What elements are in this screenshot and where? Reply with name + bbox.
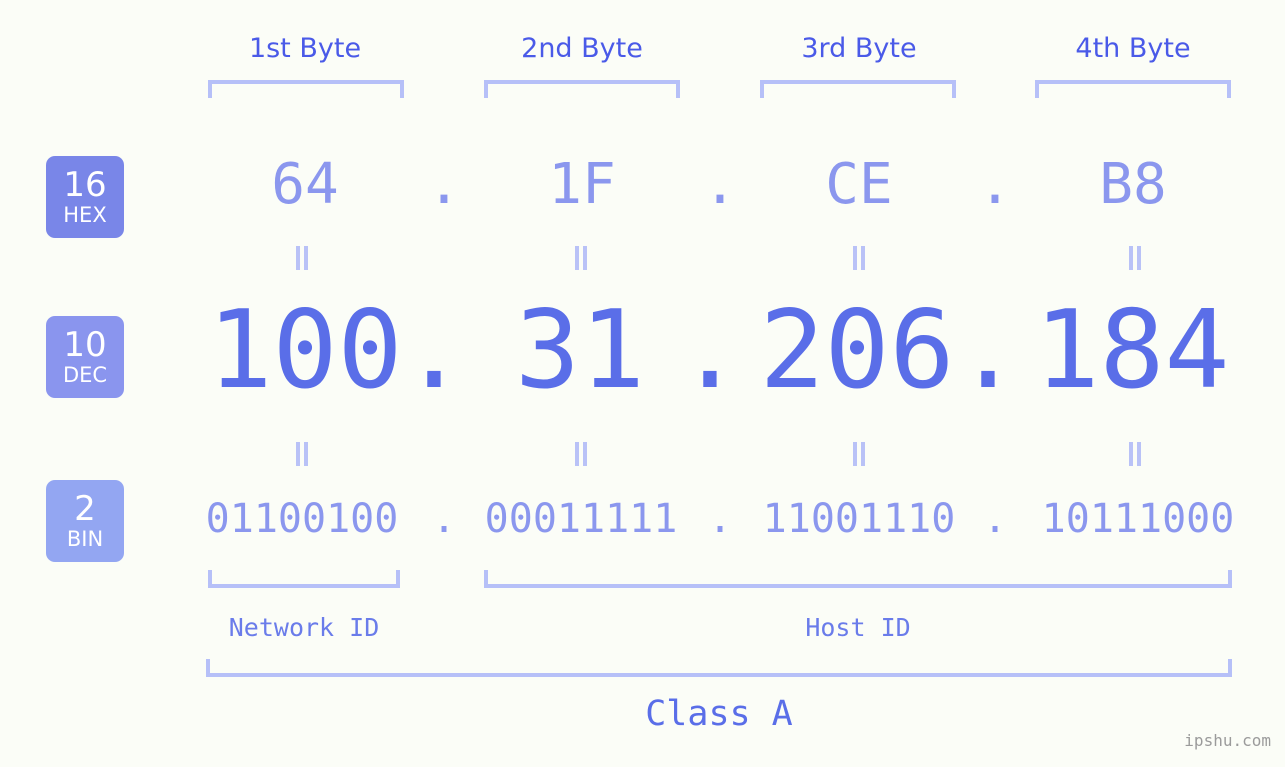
- base-badge-hex-name: HEX: [63, 203, 107, 228]
- bin-byte-1: 01100100: [205, 496, 399, 542]
- bin-byte-4: 10111000: [1041, 496, 1235, 542]
- bin-separator-3: .: [982, 496, 1008, 542]
- base-badge-hex: 16 HEX: [46, 156, 124, 238]
- base-badge-dec: 10 DEC: [46, 316, 124, 398]
- hex-byte-3: CE: [825, 152, 893, 217]
- hex-byte-2: 1F: [548, 152, 616, 217]
- base-badge-bin-name: BIN: [66, 527, 104, 552]
- host-id-label: Host ID: [805, 613, 911, 642]
- byte-header-3: 3rd Byte: [801, 33, 917, 64]
- network-id-bracket: [208, 570, 400, 588]
- bracket-tick-right: [1228, 570, 1232, 588]
- hex-byte-4: B8: [1099, 152, 1167, 217]
- base-badge-bin-number: 2: [74, 488, 96, 529]
- equals-connector-hex-dec-2: [570, 246, 592, 270]
- base-badge-hex-number: 16: [63, 164, 107, 205]
- bracket-tick-left: [484, 80, 488, 98]
- byte-bracket-4: [1035, 80, 1231, 98]
- bin-separator-2: .: [707, 496, 733, 542]
- byte-bracket-1: [208, 80, 404, 98]
- equals-connector-hex-dec-4: [1124, 246, 1146, 270]
- dec-byte-1: 100: [207, 288, 403, 413]
- dec-separator-3: .: [955, 288, 1021, 413]
- bracket-tick-left: [208, 570, 212, 588]
- bin-byte-3: 11001110: [762, 496, 956, 542]
- bracket-tick-right: [676, 80, 680, 98]
- dec-byte-2: 31: [514, 288, 646, 413]
- bracket-tick-left: [208, 80, 212, 98]
- equals-connector-hex-dec-3: [848, 246, 870, 270]
- class-label: Class A: [645, 694, 793, 734]
- equals-connector-dec-bin-2: [570, 442, 592, 466]
- site-watermark: ipshu.com: [1184, 731, 1271, 750]
- hex-byte-1: 64: [271, 152, 339, 217]
- dec-byte-3: 206: [759, 288, 955, 413]
- byte-header-2: 2nd Byte: [521, 33, 643, 64]
- bracket-tick-left: [1035, 80, 1039, 98]
- bracket-tick-left: [206, 659, 210, 677]
- hex-separator-2: .: [703, 152, 737, 217]
- dec-separator-2: .: [677, 288, 743, 413]
- bin-byte-2: 00011111: [484, 496, 678, 542]
- dec-separator-1: .: [401, 288, 467, 413]
- bracket-tick-right: [952, 80, 956, 98]
- base-badge-dec-number: 10: [63, 324, 107, 365]
- equals-connector-dec-bin-4: [1124, 442, 1146, 466]
- dec-byte-4: 184: [1034, 288, 1230, 413]
- class-bracket: [206, 659, 1232, 677]
- base-badge-dec-name: DEC: [62, 363, 108, 388]
- byte-bracket-2: [484, 80, 680, 98]
- host-id-bracket: [484, 570, 1232, 588]
- equals-connector-dec-bin-3: [848, 442, 870, 466]
- bracket-tick-right: [400, 80, 404, 98]
- bracket-tick-left: [760, 80, 764, 98]
- byte-bracket-3: [760, 80, 956, 98]
- network-id-label: Network ID: [228, 613, 380, 642]
- base-badge-bin: 2 BIN: [46, 480, 124, 562]
- bracket-tick-right: [1227, 80, 1231, 98]
- byte-header-1: 1st Byte: [248, 33, 362, 64]
- bracket-tick-right: [396, 570, 400, 588]
- bracket-tick-right: [1228, 659, 1232, 677]
- byte-header-4: 4th Byte: [1075, 33, 1191, 64]
- bracket-tick-left: [484, 570, 488, 588]
- hex-separator-1: .: [427, 152, 461, 217]
- bin-separator-1: .: [431, 496, 457, 542]
- equals-connector-dec-bin-1: [291, 442, 313, 466]
- ip-address-diagram: 1st Byte 2nd Byte 3rd Byte 4th Byte 16 H…: [0, 0, 1285, 767]
- hex-separator-3: .: [978, 152, 1012, 217]
- equals-connector-hex-dec-1: [291, 246, 313, 270]
